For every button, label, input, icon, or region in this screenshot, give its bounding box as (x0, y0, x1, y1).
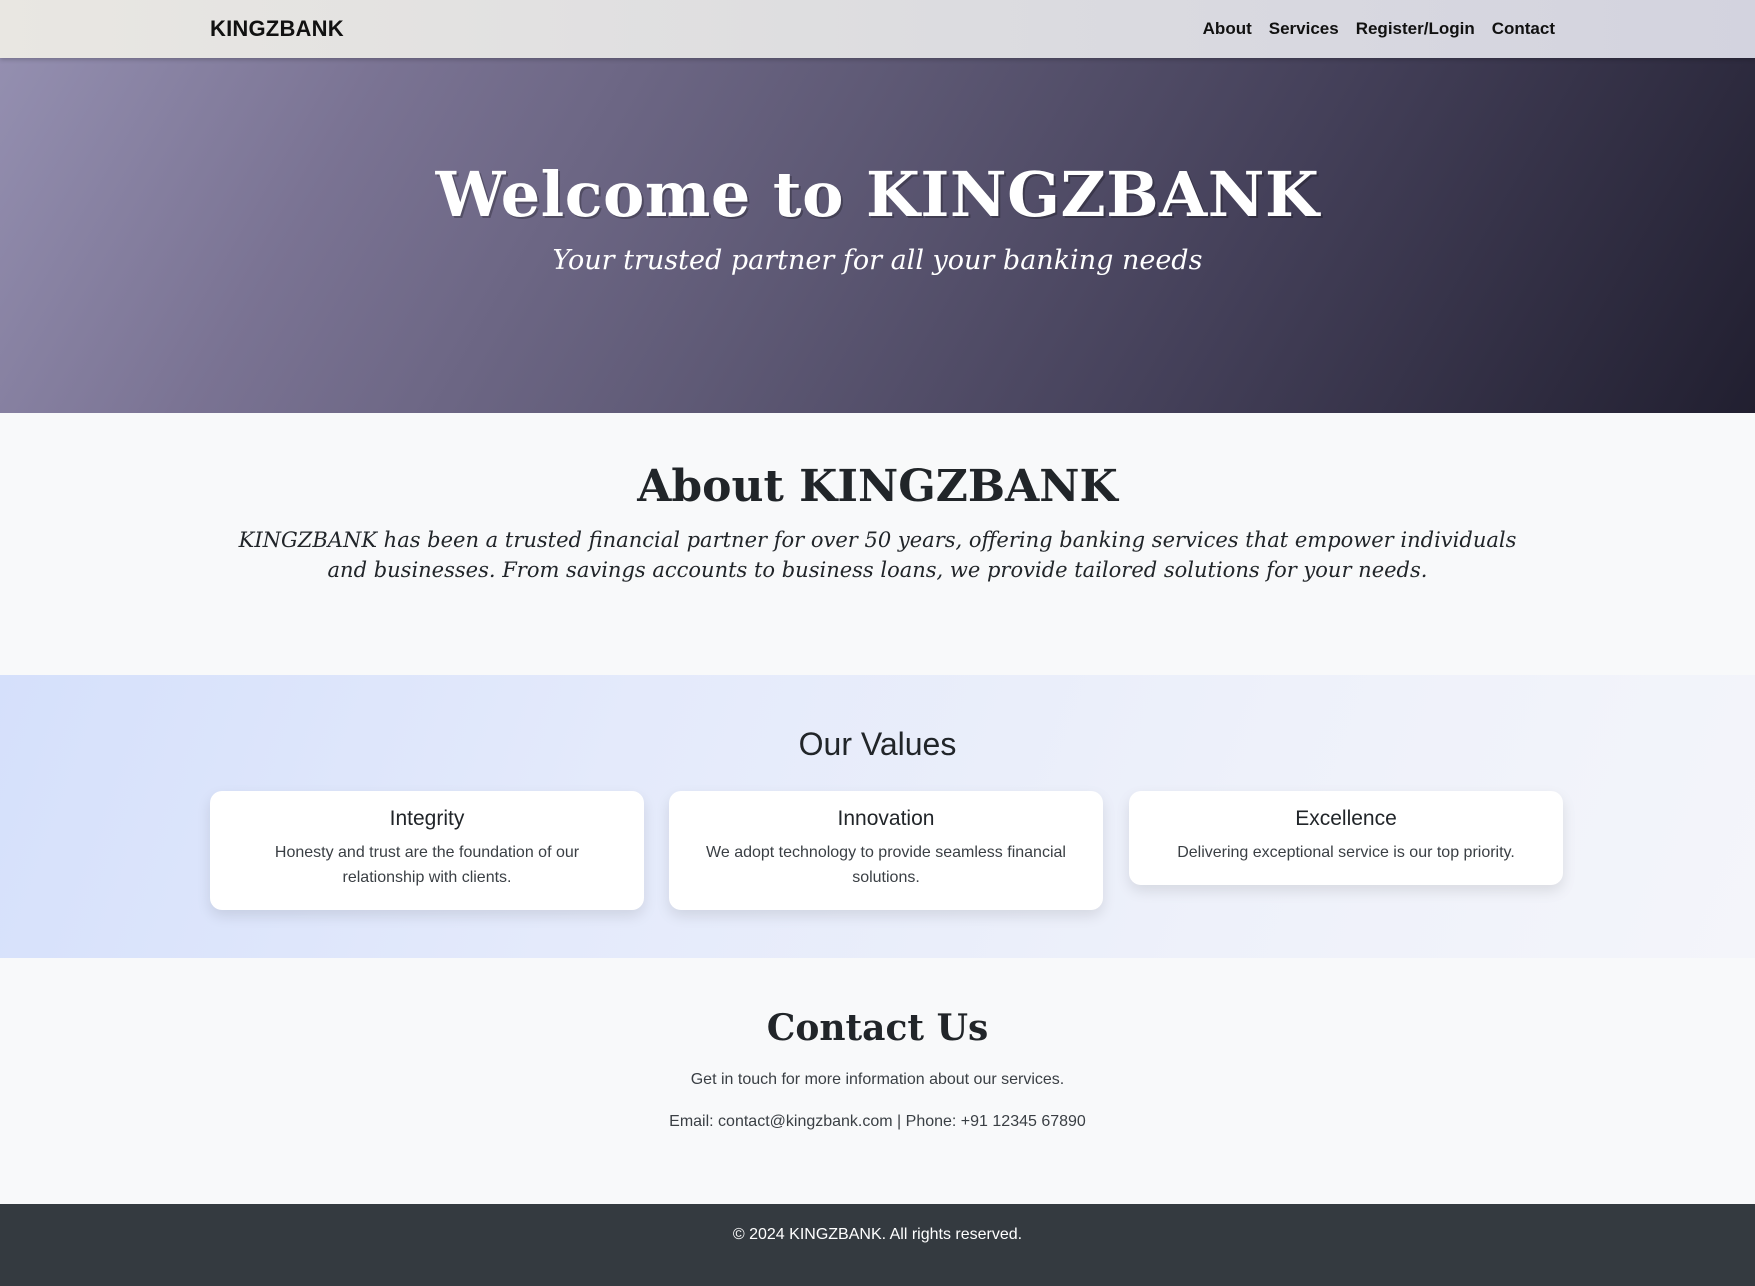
brand-logo[interactable]: KINGZBANK (210, 16, 344, 42)
value-card-text: We adopt technology to provide seamless … (706, 844, 1066, 886)
contact-details: Email: contact@kingzbank.com | Phone: +9… (669, 1113, 1086, 1130)
nav-link-services[interactable]: Services (1269, 19, 1339, 39)
nav-link-contact[interactable]: Contact (1492, 19, 1555, 39)
value-card-integrity: Integrity Honesty and trust are the foun… (210, 791, 644, 910)
nav-link-about[interactable]: About (1203, 19, 1252, 39)
footer: © 2024 KINGZBANK. All rights reserved. (0, 1204, 1755, 1286)
contact-section: Contact Us Get in touch for more informa… (0, 958, 1755, 1204)
hero-title: Welcome to KINGZBANK (435, 158, 1320, 231)
value-card-excellence: Excellence Delivering exceptional servic… (1129, 791, 1563, 885)
about-section: About KINGZBANK KINGZBANK has been a tru… (0, 413, 1755, 675)
value-card-title: Integrity (389, 807, 465, 830)
value-card-text: Honesty and trust are the foundation of … (274, 844, 580, 886)
value-card-text: Delivering exceptional service is our to… (1177, 844, 1515, 861)
nav-links: About Services Register/Login Contact (1203, 19, 1555, 39)
about-title: About KINGZBANK (637, 461, 1118, 512)
hero-subtitle: Your trusted partner for all your bankin… (552, 245, 1203, 276)
nav-link-register-login[interactable]: Register/Login (1356, 19, 1475, 39)
contact-title: Contact Us (766, 1007, 989, 1049)
values-title: Our Values (798, 726, 957, 762)
about-text: KINGZBANK has been a trusted financial p… (238, 528, 1517, 582)
navbar: KINGZBANK About Services Register/Login … (0, 0, 1755, 58)
value-card-innovation: Innovation We adopt technology to provid… (669, 791, 1103, 910)
values-section: Our Values Integrity Honesty and trust a… (0, 675, 1755, 958)
value-card-title: Innovation (837, 807, 935, 830)
footer-copyright: © 2024 KINGZBANK. All rights reserved. (732, 1226, 1023, 1243)
hero-section: Welcome to KINGZBANK Your trusted partne… (0, 58, 1755, 413)
value-card-title: Excellence (1295, 807, 1397, 830)
contact-intro: Get in touch for more information about … (690, 1071, 1065, 1088)
